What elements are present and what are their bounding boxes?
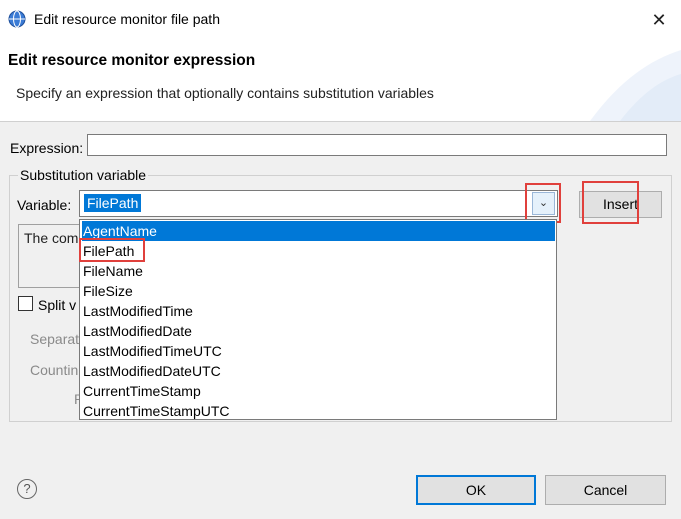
expression-input[interactable] bbox=[87, 134, 667, 156]
header-decoration bbox=[590, 50, 681, 121]
annotation-highlight-insert bbox=[582, 181, 639, 224]
variable-label: Variable: bbox=[17, 197, 72, 213]
dropdown-option-lastmodifieddate[interactable]: LastModifiedDate bbox=[82, 321, 555, 341]
variable-combo[interactable] bbox=[79, 190, 558, 217]
dropdown-option-lastmodifiedtimeutc[interactable]: LastModifiedTimeUTC bbox=[82, 341, 555, 361]
dropdown-option-currenttimestamputc[interactable]: CurrentTimeStampUTC bbox=[82, 401, 555, 419]
substitution-group-label: Substitution variable bbox=[18, 167, 149, 183]
annotation-highlight-dropdown bbox=[525, 183, 561, 223]
globe-icon bbox=[8, 10, 26, 28]
header-separator bbox=[0, 121, 681, 122]
variable-dropdown-list: AgentName FilePath FileName FileSize Las… bbox=[79, 219, 557, 420]
variable-combo-value: FilePath bbox=[84, 194, 142, 212]
dropdown-option-filepath[interactable]: FilePath bbox=[82, 241, 555, 261]
cancel-button[interactable]: Cancel bbox=[545, 475, 666, 505]
dialog-header: Edit resource monitor expression Specify… bbox=[0, 40, 681, 121]
dropdown-option-lastmodifieddateutc[interactable]: LastModifiedDateUTC bbox=[82, 361, 555, 381]
ok-button[interactable]: OK bbox=[416, 475, 536, 505]
separator-label: Separat bbox=[30, 331, 80, 347]
split-checkbox[interactable] bbox=[18, 296, 33, 311]
variable-description-text: The com bbox=[24, 230, 79, 246]
help-icon[interactable]: ? bbox=[17, 479, 37, 499]
expression-label: Expression: bbox=[10, 140, 84, 156]
header-title: Edit resource monitor expression bbox=[8, 52, 256, 69]
counting-label: Countin bbox=[30, 362, 79, 378]
dropdown-option-filesize[interactable]: FileSize bbox=[82, 281, 555, 301]
split-label: Split v bbox=[38, 297, 77, 313]
header-description: Specify an expression that optionally co… bbox=[16, 85, 434, 101]
dropdown-option-lastmodifiedtime[interactable]: LastModifiedTime bbox=[82, 301, 555, 321]
window-title: Edit resource monitor file path bbox=[34, 11, 220, 27]
dropdown-option-filename[interactable]: FileName bbox=[82, 261, 555, 281]
dropdown-option-agentname[interactable]: AgentName bbox=[82, 221, 555, 241]
dropdown-option-currenttimestamp[interactable]: CurrentTimeStamp bbox=[82, 381, 555, 401]
annotation-highlight-filepath bbox=[79, 238, 145, 262]
close-icon[interactable]: ✕ bbox=[646, 8, 672, 32]
